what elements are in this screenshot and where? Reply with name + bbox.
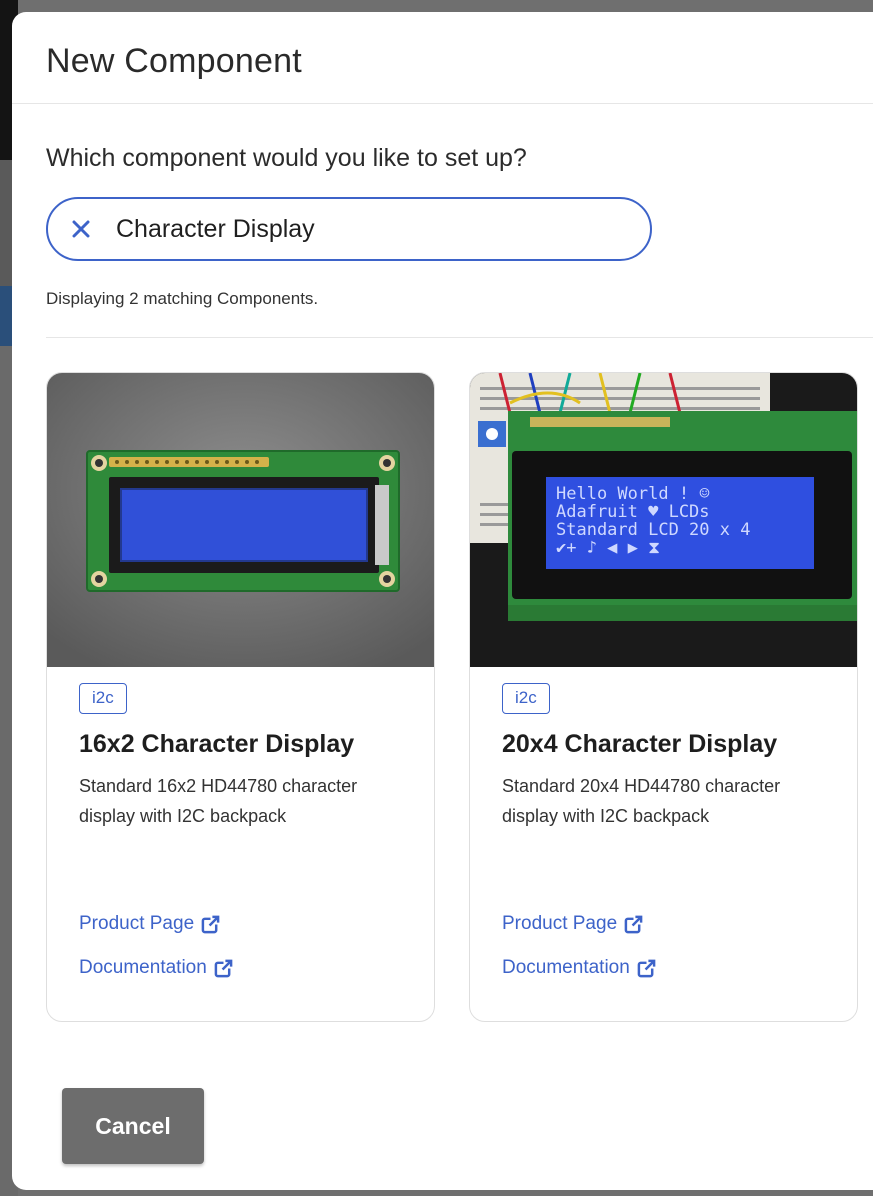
search-input[interactable]	[116, 214, 616, 244]
link-label: Documentation	[502, 957, 630, 978]
lcd-line: Adafruit ♥ LCDs	[556, 502, 710, 522]
search-box[interactable]	[46, 197, 652, 261]
card-title: 16x2 Character Display	[79, 730, 355, 758]
lcd-line: ✔+ ♪ ◀ ▶ ⧗	[556, 538, 660, 558]
cancel-button[interactable]: Cancel	[62, 1088, 204, 1164]
new-component-modal: New Component Which component would you …	[12, 12, 873, 1190]
card-description: Standard 16x2 HD44780 character display …	[79, 776, 358, 826]
external-link-icon	[214, 959, 233, 977]
protocol-tag: i2c	[502, 683, 550, 714]
documentation-link[interactable]: Documentation	[502, 957, 656, 979]
search-question: Which component would you like to set up…	[46, 144, 527, 172]
divider	[46, 337, 873, 338]
product-page-link[interactable]: Product Page	[79, 913, 233, 935]
external-link-icon	[201, 915, 220, 933]
card-title: 20x4 Character Display	[502, 730, 778, 758]
component-card-20x4[interactable]: Hello World ! ☺ Adafruit ♥ LCDs Standard…	[469, 372, 858, 1022]
product-page-link[interactable]: Product Page	[502, 913, 656, 935]
documentation-link[interactable]: Documentation	[79, 957, 233, 979]
component-card-16x2[interactable]: i2c 16x2 Character Display Standard 16x2…	[46, 372, 435, 1022]
external-link-icon	[624, 915, 643, 933]
close-icon[interactable]	[68, 216, 94, 242]
card-description: Standard 20x4 HD44780 character display …	[502, 776, 781, 826]
lcd-line: Hello World ! ☺	[556, 484, 710, 504]
card-content: i2c 16x2 Character Display Standard 16x2…	[47, 667, 434, 831]
protocol-tag: i2c	[79, 683, 127, 714]
link-label: Product Page	[502, 913, 618, 934]
card-links: Product Page Documentation	[502, 913, 656, 1001]
component-cards: i2c 16x2 Character Display Standard 16x2…	[46, 372, 873, 1022]
card-links: Product Page Documentation	[79, 913, 233, 1001]
modal-footer: Cancel	[62, 1088, 204, 1164]
lcd-16x2-image	[47, 373, 434, 667]
lcd-20x4-image: Hello World ! ☺ Adafruit ♥ LCDs Standard…	[470, 373, 857, 667]
lcd-line: Standard LCD 20 x 4	[556, 520, 750, 540]
result-count: Displaying 2 matching Components.	[46, 289, 319, 308]
link-label: Documentation	[79, 957, 207, 978]
card-content: i2c 20x4 Character Display Standard 20x4…	[470, 667, 857, 831]
link-label: Product Page	[79, 913, 195, 934]
modal-title: New Component	[46, 42, 302, 80]
modal-header: New Component	[12, 12, 873, 104]
modal-body: Which component would you like to set up…	[12, 104, 873, 1022]
external-link-icon	[637, 959, 656, 977]
